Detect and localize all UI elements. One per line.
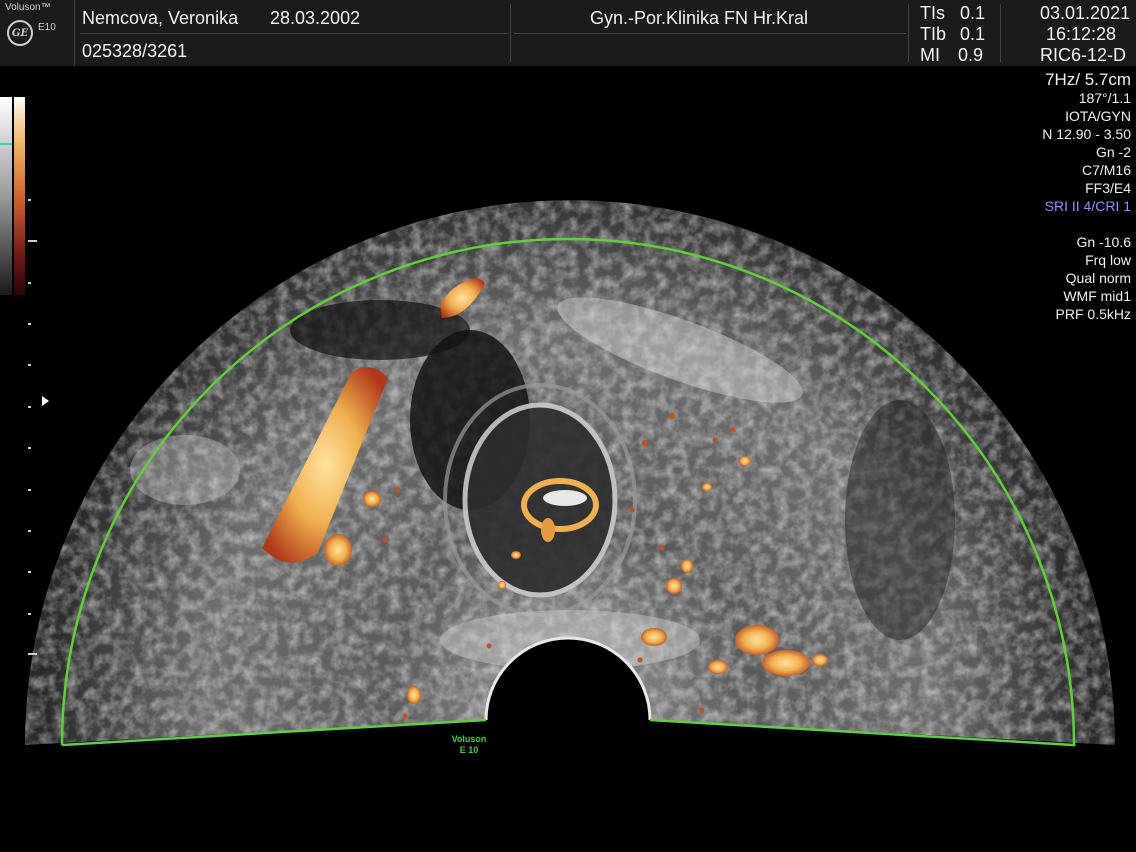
param-preset: IOTA/GYN [1065,108,1131,124]
doppler-quality: Qual norm [1065,270,1131,286]
color-map-bar [14,97,25,295]
param-ff-e: FF3/E4 [1085,180,1131,196]
color-baseline-marker [0,143,12,145]
watermark-line1: Voluson [451,734,487,744]
param-gain: Gn -2 [1095,144,1131,160]
grayscale-map-bar [0,97,12,295]
param-sri: SRI II 4/CRI 1 [1044,198,1131,214]
doppler-gain: Gn -10.6 [1076,234,1131,250]
doppler-prf: PRF 0.5kHz [1055,306,1131,322]
param-angle: 187°/1.1 [1078,90,1131,106]
param-c-m: C7/M16 [1081,162,1131,178]
ultrasound-image [25,200,1115,747]
focus-marker-icon[interactable] [42,396,49,406]
doppler-freq: Frq low [1085,252,1131,268]
voluson-watermark: Voluson E 10 [445,734,493,756]
doppler-wmf: WMF mid1 [1063,288,1131,304]
watermark-line2: E 10 [459,745,479,755]
param-freq-depth: 7Hz/ 5.7cm [1045,70,1131,89]
param-harmonic: N 12.90 - 3.50 [1042,126,1131,142]
